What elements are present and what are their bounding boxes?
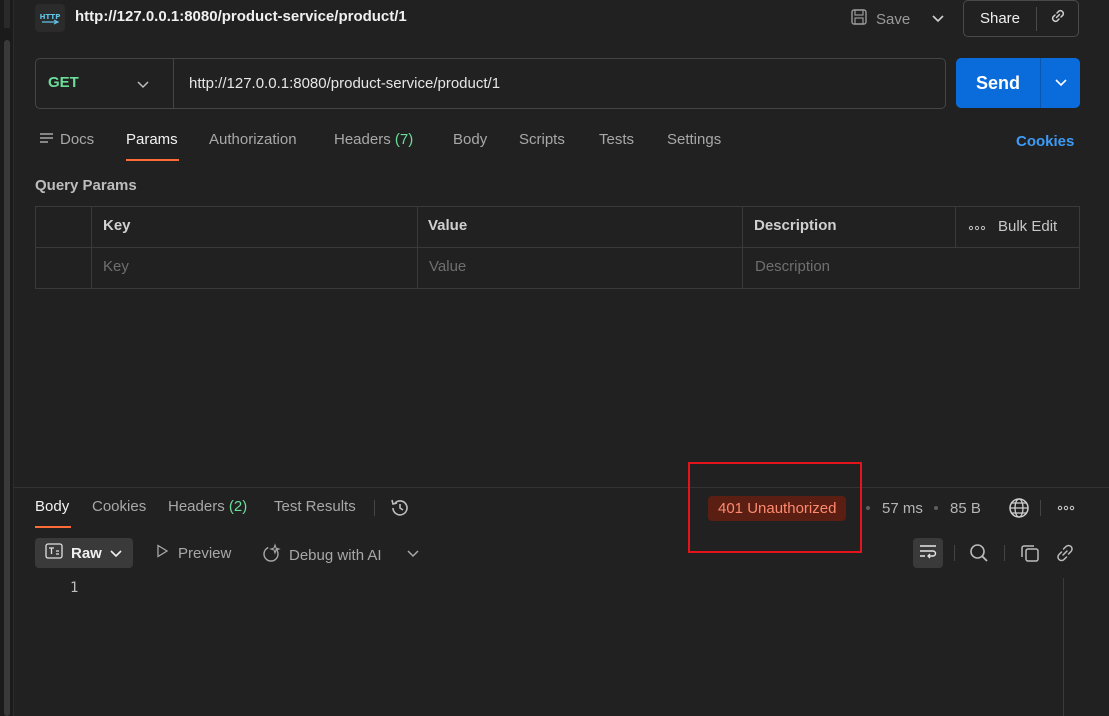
url-input[interactable]: [189, 72, 929, 94]
query-params-title: Query Params: [35, 177, 137, 194]
share-button[interactable]: Share: [964, 10, 1036, 27]
tab-docs-label: Docs: [60, 131, 95, 148]
param-key-input[interactable]: Key: [103, 258, 129, 275]
status-highlight-box: [688, 462, 862, 553]
chevron-down-icon: [110, 545, 122, 562]
column-header-description: Description: [754, 217, 837, 234]
preview-button[interactable]: Preview: [155, 544, 231, 562]
toolbar-divider: [1040, 500, 1041, 516]
copy-icon[interactable]: [1019, 542, 1041, 569]
tab-tests[interactable]: Tests: [599, 131, 634, 148]
save-options-button[interactable]: [925, 6, 951, 32]
cookies-link[interactable]: Cookies: [1016, 133, 1074, 150]
tab-body[interactable]: Body: [453, 131, 487, 148]
tab-scripts[interactable]: Scripts: [519, 131, 565, 148]
bulk-edit-button[interactable]: Bulk Edit: [968, 218, 1057, 235]
svg-text:HTTP: HTTP: [40, 13, 61, 21]
tab-headers[interactable]: Headers (7): [334, 131, 413, 148]
response-tab-cookies[interactable]: Cookies: [92, 498, 146, 515]
format-label: Raw: [71, 544, 102, 562]
params-col-divider: [91, 206, 92, 289]
column-header-value: Value: [428, 217, 468, 234]
method-chevron-icon[interactable]: [137, 74, 149, 99]
text-format-icon: [45, 543, 63, 563]
method-selector[interactable]: GET: [48, 74, 79, 91]
send-group: Send: [956, 58, 1080, 108]
chevron-down-icon: [932, 10, 944, 28]
params-row-divider: [35, 247, 1080, 248]
http-request-icon: HTTP: [35, 4, 65, 32]
tab-authorization[interactable]: Authorization: [209, 131, 297, 148]
param-value-input[interactable]: Value: [429, 258, 466, 275]
tab-settings[interactable]: Settings: [667, 131, 721, 148]
response-tab-body[interactable]: Body: [35, 498, 69, 515]
send-options-button[interactable]: [1041, 74, 1080, 92]
active-tab-indicator: [126, 159, 179, 161]
toolbar-divider: [954, 545, 955, 561]
share-group: Share: [963, 0, 1079, 37]
response-pane-divider[interactable]: [14, 487, 1109, 488]
response-tab-test-results[interactable]: Test Results: [274, 498, 356, 515]
request-title[interactable]: http://127.0.0.1:8080/product-service/pr…: [75, 8, 407, 25]
line-number: 1: [70, 580, 79, 596]
params-col-divider: [955, 206, 956, 247]
save-label: Save: [876, 10, 911, 28]
format-selector[interactable]: Raw: [35, 538, 133, 568]
word-wrap-button[interactable]: [913, 538, 943, 568]
copy-link-button[interactable]: [1037, 7, 1078, 30]
tab-params[interactable]: Params: [126, 131, 178, 148]
left-panel-handle[interactable]: [4, 0, 10, 28]
param-description-input[interactable]: Description: [755, 258, 830, 275]
response-size[interactable]: 85 B: [950, 500, 981, 517]
response-headers-count: (2): [228, 498, 248, 515]
meta-separator: [866, 506, 870, 510]
tab-docs[interactable]: Docs: [40, 131, 94, 149]
column-header-key: Key: [103, 217, 131, 234]
method-divider: [173, 59, 174, 108]
save-button[interactable]: Save: [850, 6, 910, 32]
response-tab-headers-label: Headers: [168, 498, 225, 515]
ai-sparkle-icon: [261, 543, 281, 567]
chevron-down-icon: [1054, 74, 1067, 92]
left-scrollbar[interactable]: [4, 40, 10, 716]
wrap-icon: [919, 543, 937, 564]
headers-count: (7): [394, 131, 414, 148]
docs-icon: [40, 132, 54, 149]
response-time[interactable]: 57 ms: [882, 500, 923, 517]
save-icon: [850, 8, 868, 30]
meta-separator: [934, 506, 938, 510]
toolbar-divider: [1004, 545, 1005, 561]
params-col-divider: [742, 206, 743, 289]
debug-with-ai-button[interactable]: Debug with AI: [261, 543, 382, 567]
params-col-divider: [417, 206, 418, 289]
editor-scrollbar[interactable]: [1063, 578, 1064, 716]
response-active-tab-indicator: [35, 526, 71, 528]
play-icon: [155, 544, 169, 562]
tab-headers-label: Headers: [334, 131, 391, 148]
send-button[interactable]: Send: [956, 73, 1040, 94]
link-icon[interactable]: [1054, 542, 1076, 569]
preview-label: Preview: [178, 544, 232, 562]
link-icon: [1049, 7, 1067, 30]
bulk-edit-label: Bulk Edit: [998, 218, 1058, 235]
more-options-icon: [968, 218, 986, 235]
toolbar-divider: [374, 500, 375, 516]
history-icon[interactable]: [389, 497, 411, 524]
search-icon[interactable]: [968, 542, 990, 569]
debug-options-chevron-icon[interactable]: [406, 546, 420, 565]
more-options-icon[interactable]: [1056, 500, 1076, 521]
globe-icon[interactable]: [1008, 497, 1030, 524]
debug-label: Debug with AI: [289, 546, 382, 564]
response-tab-headers[interactable]: Headers (2): [168, 498, 247, 515]
